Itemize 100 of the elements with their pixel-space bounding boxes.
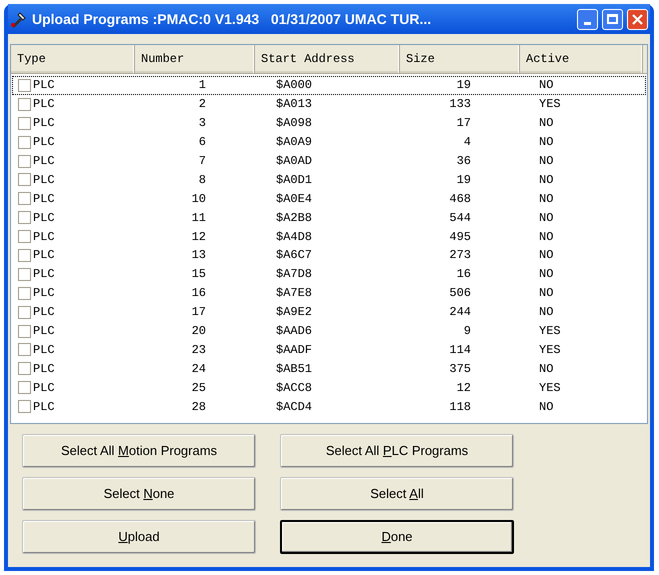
table-cell-text: NO (539, 210, 554, 227)
table-cell-text: PLC (33, 304, 55, 322)
checkbox[interactable] (18, 154, 31, 168)
list-row[interactable]: PLC 13 $A6C7 273 NO (12, 246, 646, 265)
table-cell-text: PLC (33, 134, 55, 152)
minimize-button[interactable] (577, 8, 598, 30)
table-cell-text: NO (539, 304, 554, 322)
table-cell-text: PLC (33, 285, 55, 302)
table-cell-text: $ACD4 (276, 398, 312, 416)
column-header[interactable]: Active (520, 45, 643, 74)
dialog-button[interactable]: Select All (280, 477, 514, 511)
table-cell-text: PLC (33, 398, 55, 416)
table-cell-text: YES (539, 96, 561, 114)
table-cell-text: 16 (192, 285, 206, 302)
list-row[interactable]: PLC 8 $A0D1 19 NO (12, 170, 646, 190)
close-icon (632, 14, 643, 24)
table-cell-text: NO (539, 190, 554, 208)
maximize-button[interactable] (602, 8, 623, 30)
table-cell-text: PLC (33, 115, 55, 132)
table-cell-text: 10 (192, 190, 206, 208)
list-row[interactable]: PLC 3 $A098 17 NO (12, 114, 646, 133)
dialog-button[interactable]: Select All PLC Programs (280, 434, 514, 468)
table-cell-text: YES (539, 323, 561, 340)
checkbox[interactable] (18, 400, 31, 414)
checkbox[interactable] (18, 211, 31, 224)
table-cell-text: 24 (192, 360, 206, 378)
dialog-button[interactable]: Done (280, 520, 514, 554)
table-cell-text: $ACC8 (276, 380, 312, 397)
checkbox[interactable] (18, 248, 31, 262)
window-title: Upload Programs :PMAC:0 V1.943 01/31/2007 UMAC TUR... (32, 10, 432, 29)
table-cell-text: PLC (33, 266, 55, 284)
table-cell-text: 544 (449, 210, 471, 227)
table-cell-text: $A9E2 (276, 304, 312, 322)
column-header[interactable]: Number (135, 45, 255, 74)
checkbox[interactable] (18, 306, 31, 319)
table-cell-text: 7 (198, 153, 206, 170)
table-cell-text: NO (539, 115, 554, 132)
table-cell-text: 118 (449, 398, 471, 416)
dialog-button[interactable]: Upload (22, 520, 256, 554)
table-cell-text: 36 (456, 153, 471, 170)
table-cell-text: 244 (449, 304, 471, 322)
column-header[interactable]: Start Address (255, 45, 400, 74)
list-row[interactable]: PLC 11 $A2B8 544 NO (12, 208, 646, 228)
checkbox[interactable] (18, 268, 31, 281)
table-cell-text: 28 (192, 398, 206, 416)
list-row[interactable]: PLC 24 $AB51 375 NO (12, 359, 646, 378)
table-cell-text: 6 (198, 134, 206, 152)
table-cell-text: PLC (33, 323, 55, 340)
checkbox[interactable] (18, 286, 31, 300)
table-cell-text: $A2B8 (276, 210, 312, 227)
checkbox[interactable] (18, 343, 31, 356)
list-row[interactable]: PLC 20 $AAD6 9 YES (12, 322, 646, 340)
close-button[interactable] (627, 8, 648, 30)
wrench-icon (10, 10, 28, 28)
table-cell-text: NO (539, 134, 554, 152)
table-cell-text: $A098 (276, 115, 312, 132)
table-cell-text: $A4D8 (276, 228, 312, 246)
table-cell-text: $AADF (276, 342, 312, 359)
column-header[interactable]: Size (400, 45, 520, 74)
table-cell-text: 3 (198, 115, 206, 132)
checkbox[interactable] (18, 173, 31, 186)
checkbox[interactable] (18, 116, 31, 130)
table-cell-text: $A0AD (276, 153, 312, 170)
checkbox[interactable] (18, 324, 31, 338)
checkbox[interactable] (18, 362, 31, 376)
checkbox[interactable] (18, 136, 31, 149)
table-cell-text: 11 (192, 210, 206, 227)
table-cell-text: YES (539, 342, 561, 359)
list-row[interactable]: PLC 16 $A7E8 506 NO (12, 284, 646, 303)
list-row[interactable]: PLC 28 $ACD4 118 NO (12, 397, 646, 416)
table-cell-text: NO (539, 266, 554, 284)
table-cell-text: NO (539, 77, 554, 94)
table-cell-text: YES (539, 380, 561, 397)
table-cell-text: NO (539, 153, 554, 170)
table-cell-text: 16 (456, 266, 471, 284)
list-row[interactable]: PLC 7 $A0AD 36 NO (12, 152, 646, 170)
list-row[interactable]: PLC 2 $A013 133 YES (12, 94, 646, 114)
checkbox[interactable] (18, 192, 31, 206)
table-cell-text: 9 (464, 323, 471, 340)
list-row[interactable]: PLC 12 $A4D8 495 NO (12, 227, 646, 246)
dialog-button[interactable]: Select None (22, 477, 256, 511)
list-row[interactable]: PLC 25 $ACC8 12 YES (12, 378, 646, 398)
table-cell-text: 13 (192, 247, 206, 264)
list-row[interactable]: PLC 23 $AADF 114 YES (12, 340, 646, 360)
table-cell-text: PLC (33, 96, 55, 114)
dialog-button[interactable]: Select All Motion Programs (22, 434, 256, 468)
table-cell-text: PLC (33, 342, 55, 359)
table-cell-text: NO (539, 228, 554, 246)
list-row[interactable]: PLC 17 $A9E2 244 NO (12, 302, 646, 322)
list-row[interactable]: PLC 10 $A0E4 468 NO (12, 189, 646, 208)
checkbox[interactable] (18, 98, 31, 111)
checkbox[interactable] (18, 381, 31, 394)
list-row[interactable]: PLC 6 $A0A9 4 NO (12, 132, 646, 152)
table-cell-text: NO (539, 360, 554, 378)
list-row[interactable]: PLC 1 $A000 19 NO (12, 76, 646, 95)
list-row[interactable]: PLC 15 $A7D8 16 NO (12, 264, 646, 284)
column-header[interactable]: Type (11, 45, 135, 74)
checkbox[interactable] (18, 78, 31, 92)
checkbox[interactable] (18, 230, 31, 244)
table-cell-text: NO (539, 398, 554, 416)
